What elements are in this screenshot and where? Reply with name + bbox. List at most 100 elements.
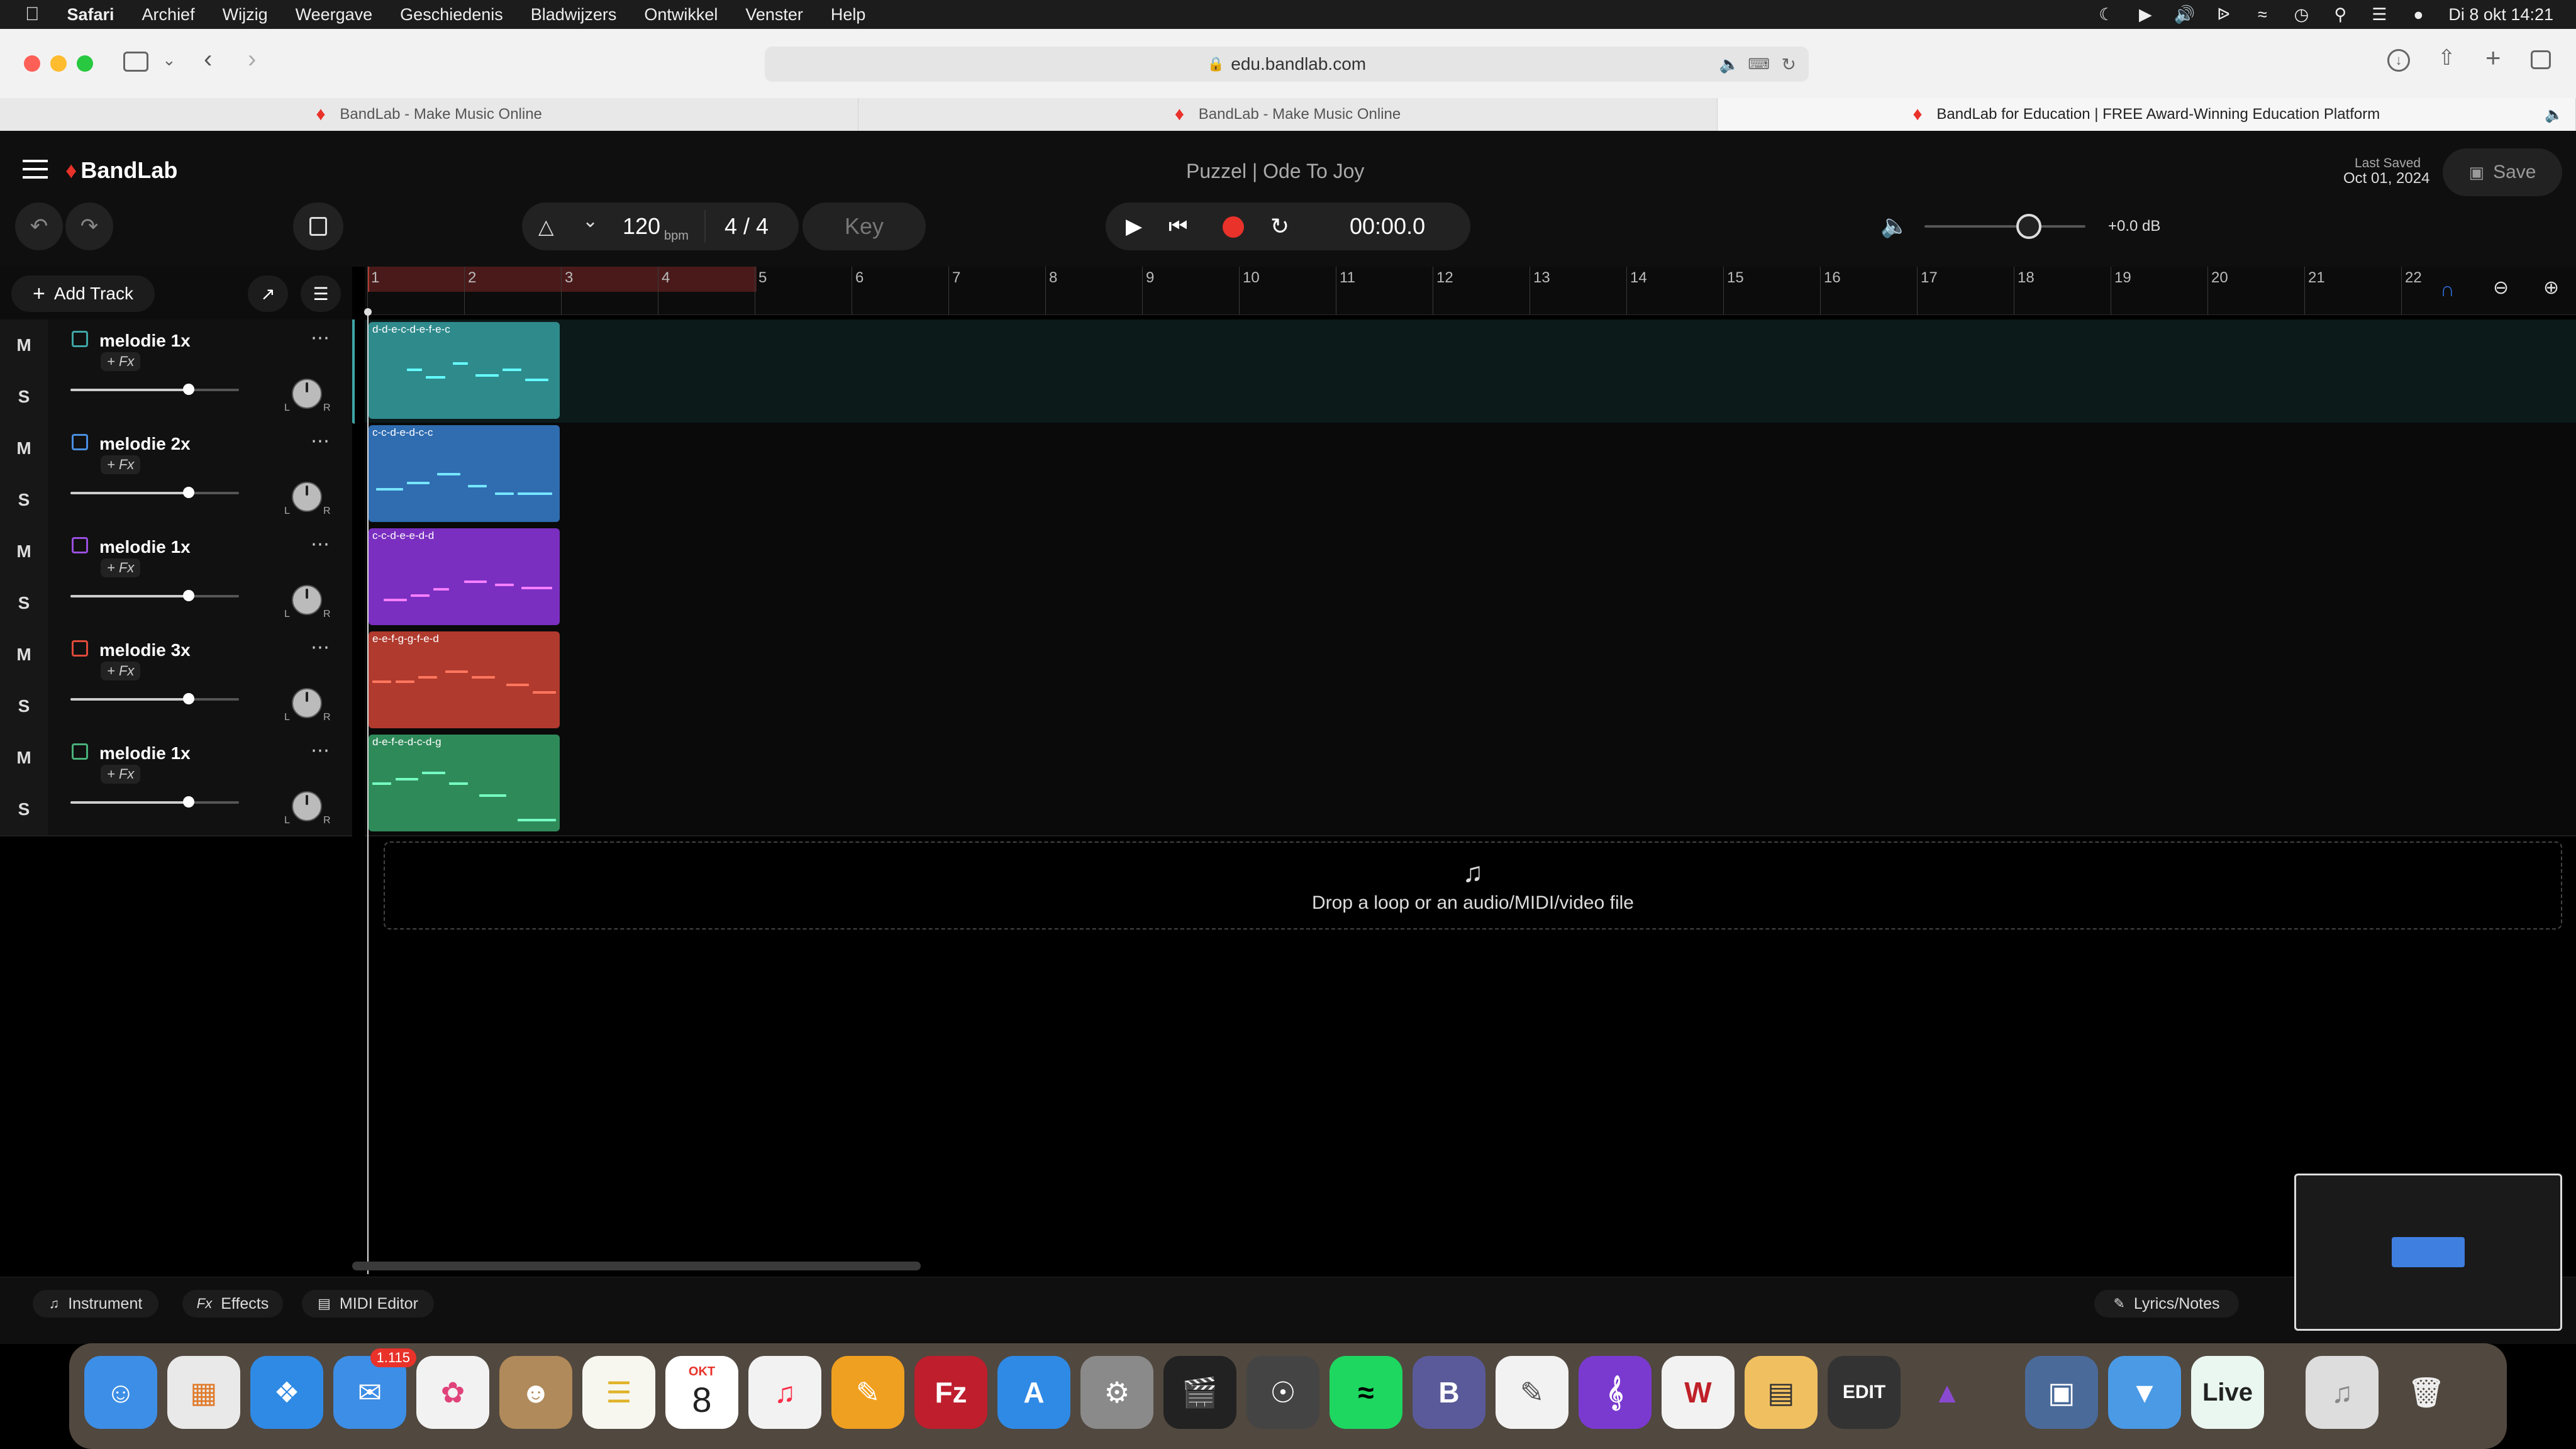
app-store-icon[interactable]: A (997, 1356, 1070, 1429)
close-window-button[interactable] (24, 55, 40, 72)
back-icon[interactable]: ‹ (204, 45, 212, 74)
midi-clip[interactable]: d-e-f-e-d-c-d-g (369, 735, 560, 831)
track-volume-slider[interactable] (70, 487, 239, 498)
add-fx-button[interactable]: + Fx (101, 558, 141, 577)
playhead-handle[interactable] (364, 308, 372, 316)
add-fx-button[interactable]: + Fx (101, 455, 141, 474)
contacts-icon[interactable]: ☻ (499, 1356, 572, 1429)
spotify-icon[interactable]: ≈ (1330, 1356, 1402, 1429)
solo-button[interactable]: S (0, 680, 48, 732)
chevron-down-icon[interactable]: ⌄ (162, 50, 176, 70)
notes-icon[interactable]: ☰ (582, 1356, 655, 1429)
project-title[interactable]: Puzzel | Ode To Joy (1186, 160, 1364, 183)
pan-knob[interactable] (292, 585, 322, 615)
bandlab-logo[interactable]: ♦ BandLab (65, 157, 177, 184)
loop-region[interactable] (367, 267, 757, 292)
spotlight-icon[interactable]: ⚲ (2331, 5, 2349, 24)
solo-button[interactable]: S (0, 784, 48, 835)
track-options-icon[interactable]: ⋯ (311, 740, 331, 762)
musescore-icon[interactable]: 𝄞 (1579, 1356, 1652, 1429)
menu-geschiedenis[interactable]: Geschiedenis (400, 5, 503, 25)
menubar-clock[interactable]: Di 8 okt 14:21 (2448, 5, 2553, 25)
menu-bladwijzers[interactable]: Bladwijzers (531, 5, 617, 25)
track-volume-slider[interactable] (70, 590, 239, 601)
track-name[interactable]: melodie 1x (99, 743, 191, 763)
track-name[interactable]: melodie 2x (99, 434, 191, 454)
menu-venster[interactable]: Venster (745, 5, 803, 25)
loop-button[interactable]: ↻ (1270, 213, 1289, 240)
track-options-icon[interactable]: ⋯ (311, 327, 331, 349)
track-settings-button[interactable]: ☰ (301, 275, 341, 312)
zoom-window-button[interactable] (77, 55, 93, 72)
preview-icon[interactable]: ▤ (1745, 1356, 1818, 1429)
midi-clip[interactable]: c-c-d-e-e-d-d (369, 528, 560, 625)
track-header[interactable]: M Smelodie 1x + Fx ⋯ L R (0, 732, 352, 836)
track-lane[interactable]: d-d-e-c-d-e-f-e-c (365, 319, 2576, 424)
ableton-live-icon[interactable]: Live (2191, 1356, 2264, 1429)
new-tab-icon[interactable]: + (2485, 43, 2501, 73)
track-header[interactable]: M Smelodie 1x + Fx ⋯ L R (0, 319, 355, 424)
affinity-icon[interactable]: ▲ (1911, 1356, 1984, 1429)
save-button[interactable]: ▣ Save (2443, 148, 2562, 196)
wavepad-icon[interactable]: W (1662, 1356, 1735, 1429)
browser-panel-button[interactable] (293, 203, 343, 250)
add-fx-button[interactable]: + Fx (101, 662, 141, 680)
launchpad-icon[interactable]: ▦ (167, 1356, 240, 1429)
url-bar[interactable]: 🔒 edu.bandlab.com 🔈 ⌨ ↻ (765, 47, 1809, 82)
volume-icon[interactable]: 🔊 (2174, 5, 2196, 24)
pan-knob[interactable] (292, 482, 322, 512)
zoom-in-icon[interactable]: ⊕ (2543, 277, 2559, 299)
control-center-icon[interactable]: ☰ (2370, 5, 2388, 24)
track-lane[interactable]: d-e-f-e-d-c-d-g (365, 732, 2576, 836)
time-machine-icon[interactable]: ◷ (2292, 5, 2310, 24)
pan-knob[interactable] (292, 688, 322, 718)
record-button[interactable] (1223, 216, 1244, 238)
metronome-icon[interactable]: △ (538, 214, 554, 238)
master-volume-icon[interactable]: 🔈 (1880, 213, 1909, 239)
mute-button[interactable]: M (0, 629, 48, 680)
mute-button[interactable]: M (0, 319, 48, 371)
system-settings-icon[interactable]: ⚙ (1080, 1356, 1153, 1429)
track-volume-slider[interactable] (70, 796, 239, 808)
final-cut-icon[interactable]: 🎬 (1163, 1356, 1236, 1429)
x32-edit-icon[interactable]: EDIT (1828, 1356, 1901, 1429)
menu-app-name[interactable]: Safari (67, 5, 114, 25)
wifi-icon[interactable]: ≈ (2253, 5, 2271, 24)
siri-icon[interactable]: ● (2409, 5, 2427, 24)
logic-icon[interactable]: ☉ (1246, 1356, 1319, 1429)
solo-button[interactable]: S (0, 577, 48, 629)
browser-tab-3[interactable]: ♦ BandLab for Education | FREE Award-Win… (1717, 98, 2576, 131)
redo-button[interactable]: ↷ (65, 203, 113, 250)
effects-tab[interactable]: Fx Effects (182, 1290, 283, 1318)
hamburger-menu-icon[interactable] (23, 160, 48, 179)
undo-button[interactable]: ↶ (15, 203, 63, 250)
bluetooth-icon[interactable]: ᐉ (2214, 5, 2232, 24)
pan-knob[interactable] (292, 791, 322, 821)
sidebar-toggle-icon[interactable] (123, 52, 148, 72)
track-header[interactable]: M Smelodie 3x + Fx ⋯ L R (0, 629, 352, 733)
menu-archief[interactable]: Archief (142, 5, 195, 25)
track-lane[interactable]: c-c-d-e-e-d-d (365, 526, 2576, 630)
photos-icon[interactable]: ✿ (416, 1356, 489, 1429)
solo-button[interactable]: S (0, 474, 48, 526)
menu-help[interactable]: Help (831, 5, 866, 25)
guitar-pro-icon[interactable]: ▼ (2108, 1356, 2181, 1429)
track-name[interactable]: melodie 3x (99, 640, 191, 660)
midi-clip[interactable]: c-c-d-e-d-c-c (369, 425, 560, 522)
track-volume-slider[interactable] (70, 693, 239, 704)
trash-icon[interactable]: 🗑 (2390, 1356, 2463, 1429)
image-capture-icon[interactable]: ▣ (2025, 1356, 2098, 1429)
textedit-icon[interactable]: ✎ (1496, 1356, 1568, 1429)
screen-thumbnail-preview[interactable] (2294, 1174, 2562, 1331)
timeline-ruler[interactable]: 1 2 3 4 5 6 7 8 9 10 11 12 13 14 15 16 17 18 19 20 21 22 ∩ ⊖ … (365, 267, 2576, 315)
audio-playing-icon[interactable]: 🔈 (1719, 55, 1740, 74)
reload-icon[interactable]: ↻ (1782, 54, 1796, 75)
filezilla-icon[interactable]: Fz (914, 1356, 987, 1429)
lyrics-notes-tab[interactable]: ✎ Lyrics/Notes (2094, 1290, 2239, 1318)
midi-clip[interactable]: d-d-e-c-d-e-f-e-c (369, 322, 560, 419)
browser-tab-2[interactable]: ♦ BandLab - Make Music Online (858, 98, 1718, 131)
time-signature[interactable]: 4 / 4 (724, 213, 769, 240)
play-circle-icon[interactable]: ▶ (2136, 5, 2154, 24)
add-fx-button[interactable]: + Fx (101, 765, 141, 784)
track-options-icon[interactable]: ⋯ (311, 636, 331, 658)
